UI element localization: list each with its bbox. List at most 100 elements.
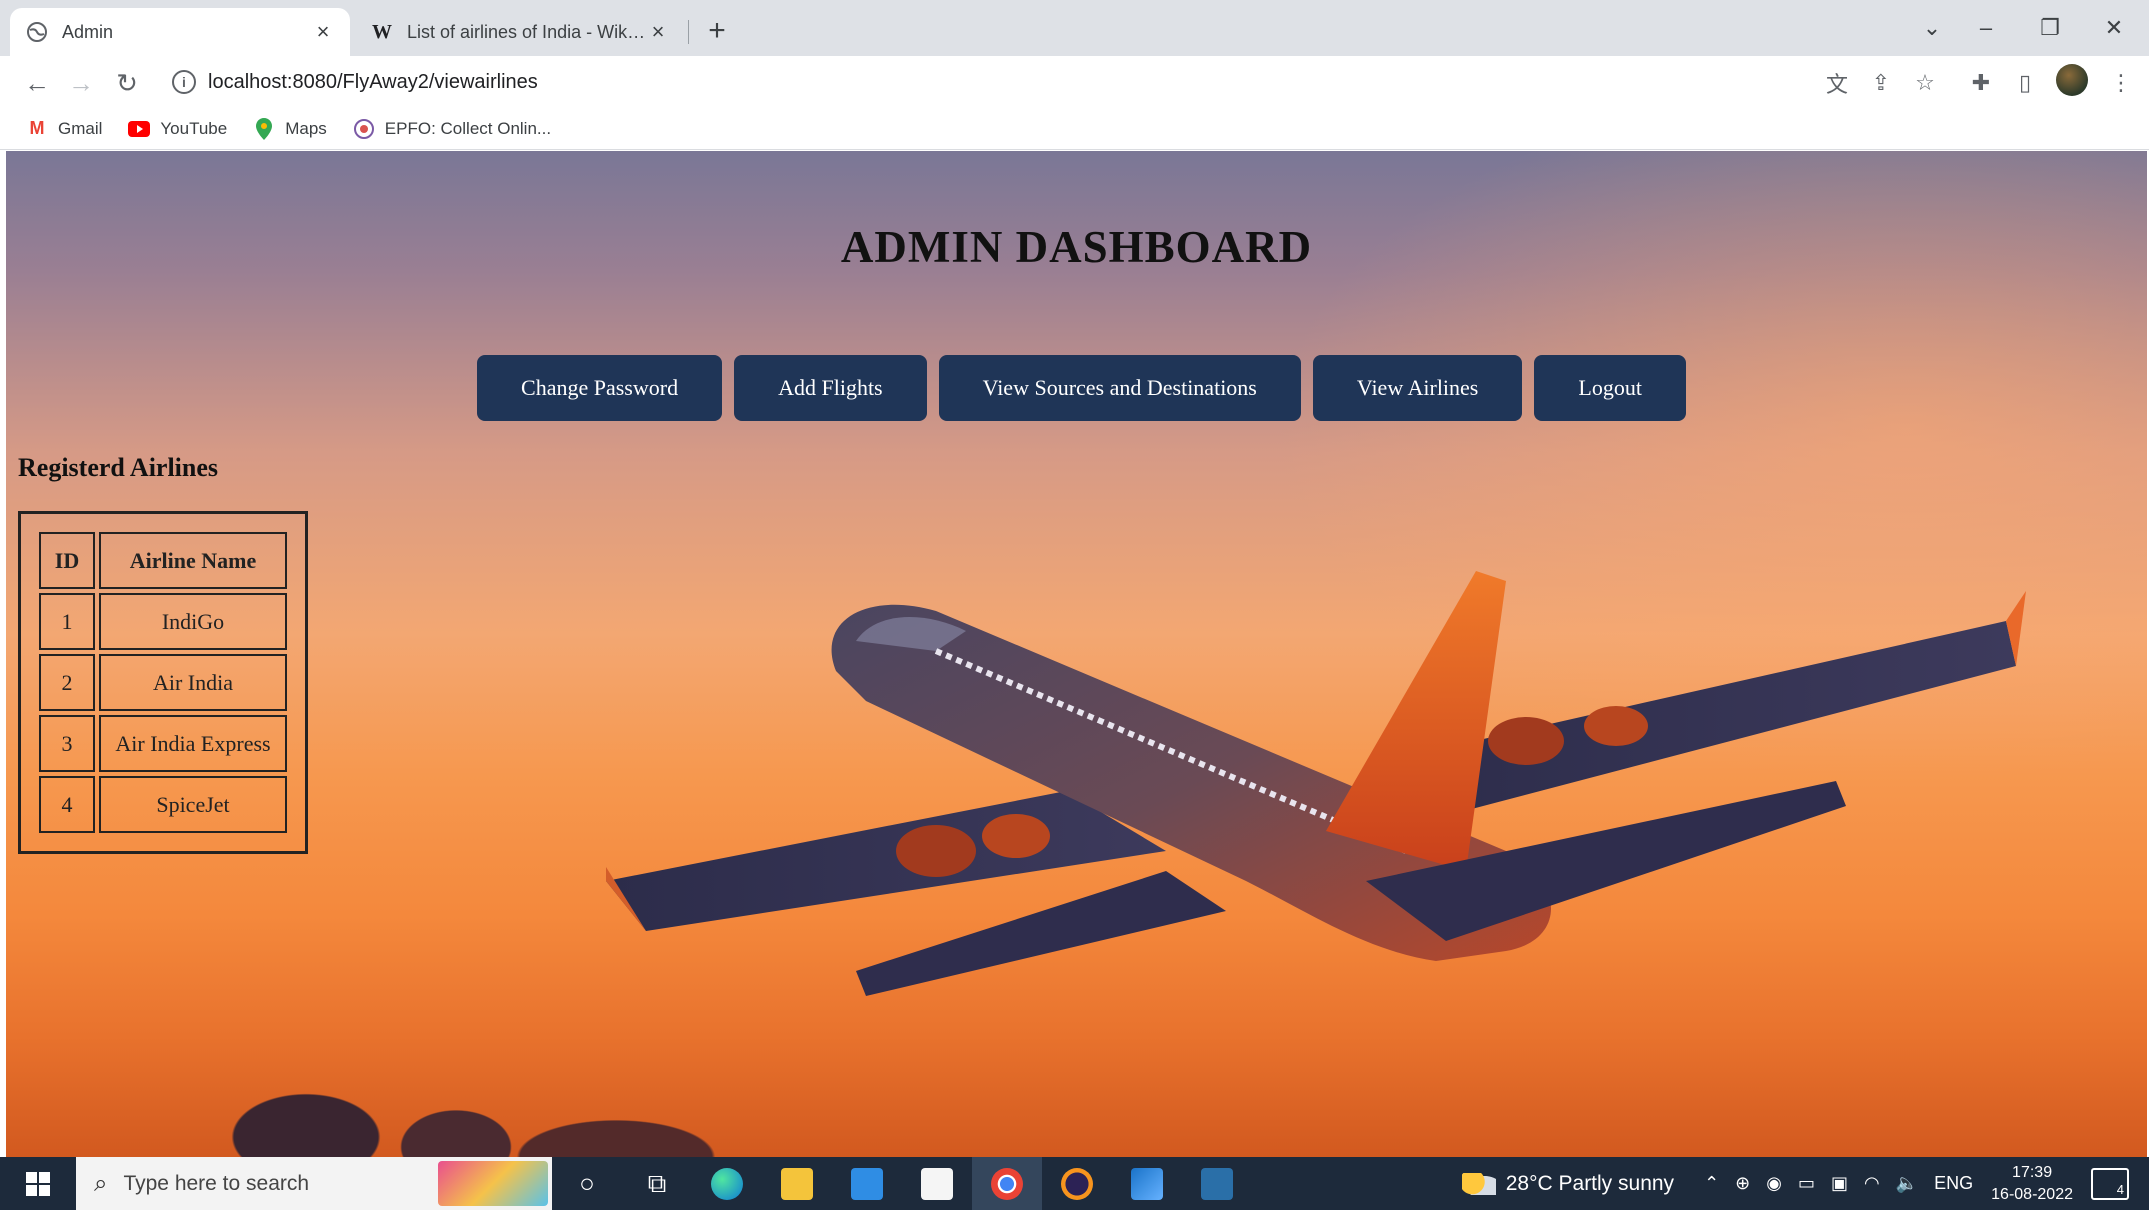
table-row: 3 Air India Express bbox=[39, 715, 287, 772]
cell-id: 2 bbox=[39, 654, 95, 711]
tab-title: List of airlines of India - Wikipedia bbox=[407, 21, 647, 42]
page-viewport: ADMIN DASHBOARD Change Password Add Flig… bbox=[6, 151, 2147, 1157]
back-arrow-icon[interactable]: ← bbox=[20, 66, 54, 100]
display-icon[interactable]: ▣ bbox=[1831, 1173, 1848, 1194]
reload-icon[interactable]: ↻ bbox=[110, 66, 144, 100]
airlines-table-wrapper: ID Airline Name 1 IndiGo 2 Air India 3 A… bbox=[18, 511, 308, 854]
cell-airline-name: Air India bbox=[99, 654, 287, 711]
epfo-icon bbox=[353, 118, 375, 140]
browser-tab-strip: Admin × W List of airlines of India - Wi… bbox=[0, 0, 2149, 56]
search-icon: ⌕ bbox=[94, 1169, 108, 1197]
notification-count: 4 bbox=[2116, 1181, 2124, 1197]
wikipedia-icon: W bbox=[372, 20, 392, 43]
site-info-icon[interactable]: i bbox=[172, 70, 196, 94]
globe-icon bbox=[26, 21, 48, 43]
eclipse-app-icon[interactable] bbox=[1042, 1157, 1112, 1210]
side-panel-icon[interactable]: ▯ bbox=[2010, 68, 2040, 98]
windows-taskbar: ⌕ Type here to search ○ ⧉ 28°C Partly su… bbox=[0, 1157, 2149, 1210]
edge-app-icon[interactable] bbox=[692, 1157, 762, 1210]
restore-button[interactable]: ❐ bbox=[2030, 10, 2070, 46]
new-tab-button[interactable]: + bbox=[700, 14, 734, 48]
close-icon[interactable]: × bbox=[647, 19, 669, 44]
cell-id: 3 bbox=[39, 715, 95, 772]
tab-search-chevron-icon[interactable]: ⌄ bbox=[1912, 10, 1952, 46]
search-highlight-art bbox=[438, 1161, 548, 1206]
table-header-row: ID Airline Name bbox=[39, 532, 287, 589]
youtube-icon bbox=[128, 118, 151, 140]
admin-nav: Change Password Add Flights View Sources… bbox=[6, 355, 2147, 421]
system-tray: 28°C Partly sunny ⌃ ⊕ ◉ ▭ ▣ ◠ 🔈 ENG 17:3… bbox=[1461, 1157, 2149, 1210]
antivirus-icon[interactable]: ◉ bbox=[1766, 1173, 1782, 1194]
volume-icon[interactable]: 🔈 bbox=[1896, 1173, 1918, 1194]
notification-center-icon[interactable]: 4 bbox=[2091, 1167, 2129, 1200]
tab-admin[interactable]: Admin × bbox=[10, 8, 350, 56]
translate-icon[interactable]: 文 bbox=[1822, 68, 1852, 98]
cortana-icon[interactable]: ○ bbox=[552, 1157, 622, 1210]
clock-time: 17:39 bbox=[2012, 1163, 2053, 1181]
partly-sunny-weather-icon bbox=[1461, 1172, 1496, 1195]
bookmark-label: YouTube bbox=[160, 118, 228, 138]
table-row: 2 Air India bbox=[39, 654, 287, 711]
airlines-table: ID Airline Name 1 IndiGo 2 Air India 3 A… bbox=[35, 528, 291, 837]
add-flights-button[interactable]: Add Flights bbox=[734, 355, 927, 421]
bookmark-label: EPFO: Collect Onlin... bbox=[384, 118, 552, 138]
photos-app-icon[interactable] bbox=[1112, 1157, 1182, 1210]
logout-button[interactable]: Logout bbox=[1534, 355, 1686, 421]
column-header-id: ID bbox=[39, 532, 95, 589]
bookmark-maps[interactable]: Maps bbox=[253, 117, 327, 140]
tab-separator bbox=[688, 20, 689, 44]
mail-app-icon[interactable] bbox=[832, 1157, 902, 1210]
bookmark-epfo[interactable]: EPFO: Collect Onlin... bbox=[353, 118, 551, 140]
bookmark-youtube[interactable]: YouTube bbox=[128, 118, 227, 140]
column-header-airline-name: Airline Name bbox=[99, 532, 287, 589]
tab-wikipedia[interactable]: W List of airlines of India - Wikipedia … bbox=[355, 8, 685, 56]
window-close-button[interactable]: ✕ bbox=[2094, 10, 2134, 46]
gmail-icon: M bbox=[29, 118, 45, 138]
address-bar[interactable]: i localhost:8080/FlyAway2/viewairlines bbox=[160, 62, 1900, 102]
chrome-app-icon[interactable] bbox=[972, 1157, 1042, 1210]
profile-avatar[interactable] bbox=[2056, 64, 2088, 96]
view-airlines-button[interactable]: View Airlines bbox=[1312, 355, 1523, 421]
table-row: 1 IndiGo bbox=[39, 593, 287, 650]
bookmarks-bar: M Gmail YouTube Maps EPFO: Collect Onlin… bbox=[0, 108, 2149, 150]
change-password-button[interactable]: Change Password bbox=[477, 355, 723, 421]
task-view-icon[interactable]: ⧉ bbox=[622, 1157, 692, 1210]
cell-airline-name: SpiceJet bbox=[99, 776, 287, 833]
usb-icon[interactable]: ⊕ bbox=[1735, 1173, 1750, 1194]
cell-id: 4 bbox=[39, 776, 95, 833]
forward-arrow-icon[interactable]: → bbox=[64, 66, 98, 100]
bookmark-gmail[interactable]: M Gmail bbox=[26, 118, 103, 140]
bookmark-star-icon[interactable]: ☆ bbox=[1910, 68, 1940, 98]
page-title: ADMIN DASHBOARD bbox=[840, 222, 1313, 272]
weather-text[interactable]: 28°C Partly sunny bbox=[1506, 1172, 1674, 1196]
taskbar-clock[interactable]: 17:39 16-08-2022 bbox=[1991, 1162, 2073, 1206]
sql-app-icon[interactable] bbox=[1182, 1157, 1252, 1210]
cloud-silhouette bbox=[186, 1027, 886, 1157]
minimize-button[interactable]: – bbox=[1966, 10, 2006, 46]
file-explorer-icon[interactable] bbox=[762, 1157, 832, 1210]
wifi-icon[interactable]: ◠ bbox=[1864, 1173, 1880, 1194]
section-title: Registerd Airlines bbox=[18, 453, 219, 482]
share-icon[interactable]: ⇪ bbox=[1866, 68, 1896, 98]
extensions-puzzle-icon[interactable]: ✚ bbox=[1966, 68, 1996, 98]
tab-title: Admin bbox=[62, 21, 114, 42]
language-indicator[interactable]: ENG bbox=[1934, 1173, 1973, 1194]
windows-logo-icon bbox=[26, 1171, 50, 1196]
battery-icon[interactable]: ▭ bbox=[1798, 1173, 1815, 1194]
bookmark-label: Maps bbox=[285, 118, 327, 138]
cell-airline-name: IndiGo bbox=[99, 593, 287, 650]
view-sources-destinations-button[interactable]: View Sources and Destinations bbox=[938, 355, 1301, 421]
kebab-menu-icon[interactable]: ⋮ bbox=[2106, 68, 2136, 98]
clock-date: 16-08-2022 bbox=[1991, 1185, 2073, 1203]
notepad-icon[interactable] bbox=[902, 1157, 972, 1210]
chevron-up-icon[interactable]: ⌃ bbox=[1704, 1173, 1719, 1194]
windows-start-button[interactable] bbox=[0, 1157, 76, 1210]
browser-toolbar: ← → ↻ i localhost:8080/FlyAway2/viewairl… bbox=[0, 56, 2149, 108]
close-icon[interactable]: × bbox=[312, 19, 334, 44]
bookmark-label: Gmail bbox=[58, 118, 103, 138]
url-text: localhost:8080/FlyAway2/viewairlines bbox=[208, 70, 538, 93]
cell-id: 1 bbox=[39, 593, 95, 650]
cell-airline-name: Air India Express bbox=[99, 715, 287, 772]
taskbar-search-box[interactable]: ⌕ Type here to search bbox=[76, 1157, 552, 1210]
search-placeholder: Type here to search bbox=[123, 1171, 310, 1195]
